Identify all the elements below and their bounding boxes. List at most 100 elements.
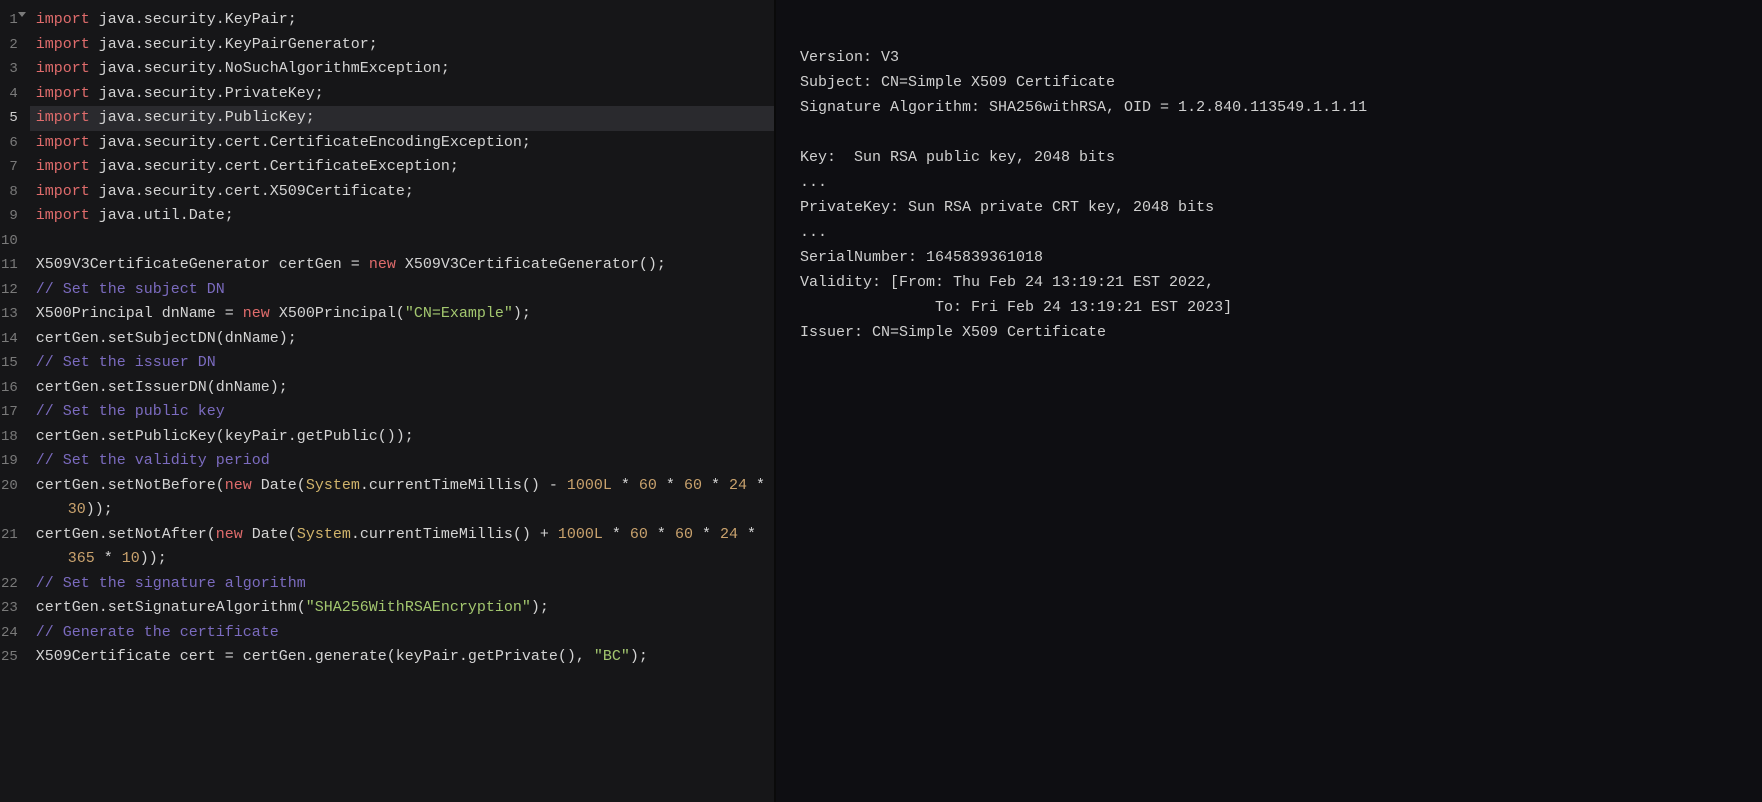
line-number: 23: [0, 596, 30, 621]
token-kw: import: [36, 36, 90, 53]
line-number: 2: [0, 33, 30, 58]
line-number: 21: [0, 523, 30, 548]
app-root: 1234567891011121314151617181920212223242…: [0, 0, 1762, 802]
token-def: *: [648, 526, 675, 543]
token-cmt: // Set the subject DN: [36, 281, 225, 298]
token-def: *: [702, 477, 729, 494]
token-cmt: // Set the validity period: [36, 452, 270, 469]
line-number: 22: [0, 572, 30, 597]
token-def: X500Principal dnName =: [36, 305, 243, 322]
token-def: certGen.setSignatureAlgorithm(: [36, 599, 306, 616]
token-num: 365: [68, 550, 95, 567]
token-num: 60: [675, 526, 693, 543]
token-num: 1000L: [558, 526, 603, 543]
line-number: 20: [0, 474, 30, 499]
line-number: 5: [0, 106, 30, 131]
output-line: Subject: CN=Simple X509 Certificate: [800, 70, 1738, 95]
line-number: 25: [0, 645, 30, 670]
line-number: 11: [0, 253, 30, 278]
token-sys: System: [306, 477, 360, 494]
token-num: 60: [630, 526, 648, 543]
token-def: java.security.PublicKey;: [90, 109, 315, 126]
output-line: ...: [800, 220, 1738, 245]
code-line[interactable]: import java.security.KeyPairGenerator;: [30, 33, 774, 58]
token-def: ));: [86, 501, 113, 518]
token-def: java.util.Date;: [90, 207, 234, 224]
code-line[interactable]: import java.security.cert.CertificateEnc…: [30, 131, 774, 156]
code-line[interactable]: import java.security.cert.X509Certificat…: [30, 180, 774, 205]
output-pane[interactable]: Version: V3Subject: CN=Simple X509 Certi…: [776, 0, 1762, 802]
code-line[interactable]: // Set the subject DN: [30, 278, 774, 303]
token-num: 24: [729, 477, 747, 494]
code-line[interactable]: import java.security.PublicKey;: [30, 106, 774, 131]
line-number: 12: [0, 278, 30, 303]
code-line[interactable]: 365 * 10));: [30, 547, 774, 572]
token-def: java.security.cert.CertificateEncodingEx…: [90, 134, 531, 151]
code-line[interactable]: certGen.setNotBefore(new Date(System.cur…: [30, 474, 774, 499]
token-def: .currentTimeMillis() -: [360, 477, 567, 494]
line-number: 3: [0, 57, 30, 82]
token-def: java.security.cert.X509Certificate;: [90, 183, 414, 200]
token-def: X500Principal(: [270, 305, 405, 322]
token-def: certGen.setIssuerDN(dnName);: [36, 379, 288, 396]
code-line[interactable]: import java.security.NoSuchAlgorithmExce…: [30, 57, 774, 82]
line-number: 6: [0, 131, 30, 156]
code-line[interactable]: // Set the signature algorithm: [30, 572, 774, 597]
code-line[interactable]: // Generate the certificate: [30, 621, 774, 646]
line-number: 10: [0, 229, 30, 254]
token-cmt: // Set the public key: [36, 403, 225, 420]
token-num: 30: [68, 501, 86, 518]
output-line: [800, 20, 1738, 45]
output-line: Validity: [From: Thu Feb 24 13:19:21 EST…: [800, 270, 1738, 295]
token-def: java.security.KeyPairGenerator;: [90, 36, 378, 53]
code-line[interactable]: X509V3CertificateGenerator certGen = new…: [30, 253, 774, 278]
code-line[interactable]: certGen.setSubjectDN(dnName);: [30, 327, 774, 352]
line-number: 9: [0, 204, 30, 229]
code-line[interactable]: // Set the issuer DN: [30, 351, 774, 376]
token-def: java.security.NoSuchAlgorithmException;: [90, 60, 450, 77]
code-line[interactable]: X500Principal dnName = new X500Principal…: [30, 302, 774, 327]
token-def: *: [693, 526, 720, 543]
code-line[interactable]: certGen.setPublicKey(keyPair.getPublic()…: [30, 425, 774, 450]
token-kw: import: [36, 207, 90, 224]
code-line[interactable]: certGen.setIssuerDN(dnName);: [30, 376, 774, 401]
code-line[interactable]: // Set the public key: [30, 400, 774, 425]
token-def: X509V3CertificateGenerator();: [396, 256, 666, 273]
code-line[interactable]: import java.security.KeyPair;: [30, 8, 774, 33]
token-def: java.security.PrivateKey;: [90, 85, 324, 102]
code-line[interactable]: import java.security.PrivateKey;: [30, 82, 774, 107]
output-line: PrivateKey: Sun RSA private CRT key, 204…: [800, 195, 1738, 220]
line-number: 13: [0, 302, 30, 327]
code-line[interactable]: import java.util.Date;: [30, 204, 774, 229]
output-line: Key: Sun RSA public key, 2048 bits: [800, 145, 1738, 170]
token-kw: import: [36, 60, 90, 77]
line-number: 18: [0, 425, 30, 450]
token-def: certGen.setNotAfter(: [36, 526, 216, 543]
token-def: certGen.setSubjectDN(dnName);: [36, 330, 297, 347]
code-line[interactable]: import java.security.cert.CertificateExc…: [30, 155, 774, 180]
token-def: ));: [140, 550, 167, 567]
fold-marker-icon[interactable]: [18, 12, 26, 17]
token-def: Date(: [252, 477, 306, 494]
code-line[interactable]: 30));: [30, 498, 774, 523]
token-def: *: [738, 526, 765, 543]
code-line[interactable]: certGen.setNotAfter(new Date(System.curr…: [30, 523, 774, 548]
token-def: certGen.setNotBefore(: [36, 477, 225, 494]
code-editor-pane[interactable]: 1234567891011121314151617181920212223242…: [0, 0, 776, 802]
token-def: *: [95, 550, 122, 567]
token-kw: import: [36, 158, 90, 175]
code-line[interactable]: X509Certificate cert = certGen.generate(…: [30, 645, 774, 670]
output-line: Version: V3: [800, 45, 1738, 70]
code-area[interactable]: import java.security.KeyPair;import java…: [30, 0, 774, 802]
output-line: To: Fri Feb 24 13:19:21 EST 2023]: [800, 295, 1738, 320]
token-kw: import: [36, 183, 90, 200]
token-kw: import: [36, 134, 90, 151]
token-new: new: [369, 256, 396, 273]
code-line[interactable]: certGen.setSignatureAlgorithm("SHA256Wit…: [30, 596, 774, 621]
token-str: "SHA256WithRSAEncryption": [306, 599, 531, 616]
token-num: 60: [639, 477, 657, 494]
code-line[interactable]: [30, 229, 774, 254]
line-number: 16: [0, 376, 30, 401]
code-line[interactable]: // Set the validity period: [30, 449, 774, 474]
token-new: new: [243, 305, 270, 322]
